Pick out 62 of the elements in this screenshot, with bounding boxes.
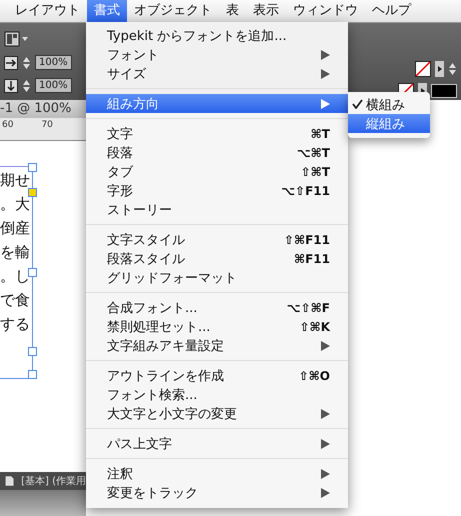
body-text: を輸 xyxy=(0,243,31,262)
body-text: 期せ xyxy=(0,171,31,190)
stepper-icon[interactable] xyxy=(22,78,31,92)
menu-title[interactable]: レイアウト xyxy=(8,0,87,22)
status-text: [基本] (作業用 xyxy=(21,474,86,488)
menu-title[interactable]: ウィンドウ xyxy=(286,0,365,22)
ruler: 60 70 xyxy=(0,118,86,141)
check-icon xyxy=(352,98,363,108)
stroke-swatch-icon[interactable] xyxy=(415,61,431,77)
menu-item[interactable]: グリッドフォーマット xyxy=(86,268,348,287)
menu-item[interactable]: 段落 ⌥⌘T xyxy=(86,143,348,162)
menu-title[interactable]: オブジェクト xyxy=(127,0,219,22)
menu-item[interactable]: 注釈 xyxy=(86,464,348,483)
frame-handle[interactable] xyxy=(28,268,37,277)
menu-item[interactable]: ストーリー xyxy=(86,200,348,219)
menu-item[interactable]: 段落スタイル ⌘F11 xyxy=(86,249,348,268)
submenu-arrow-icon xyxy=(321,340,330,350)
frame-handle[interactable] xyxy=(28,370,37,379)
menu-title[interactable]: 表 xyxy=(219,0,246,22)
menu-item[interactable]: Typekit からフォントを追加... xyxy=(86,26,348,45)
menu-item[interactable]: 禁則処理セット... ⇧⌘K xyxy=(86,317,348,336)
body-text: 。し xyxy=(0,267,31,286)
menu-item[interactable]: 文字 ⌘T xyxy=(86,124,348,143)
menu-item[interactable]: パス上文字 xyxy=(86,434,348,453)
page-icon[interactable] xyxy=(4,474,16,488)
menu-item[interactable]: フォント xyxy=(86,45,348,64)
scale-field[interactable]: 100% xyxy=(35,78,72,93)
menu-title[interactable]: 書式 xyxy=(87,0,127,22)
menu-item[interactable]: 組み方向 xyxy=(86,94,348,113)
body-text: する xyxy=(0,315,31,334)
stepper-icon[interactable] xyxy=(448,62,457,76)
menu-item[interactable]: 文字組みアキ量設定 xyxy=(86,336,348,355)
menu-item[interactable]: 大文字と小文字の変更 xyxy=(86,404,348,423)
menu-item[interactable]: 縦組み xyxy=(348,114,430,133)
stepper-icon[interactable] xyxy=(22,56,31,70)
menu-title[interactable]: 表示 xyxy=(246,0,286,22)
menu-item[interactable]: タブ ⇧⌘T xyxy=(86,162,348,181)
submenu-arrow-icon xyxy=(321,408,330,418)
menu-item[interactable]: 横組み xyxy=(348,95,430,114)
menu-item[interactable]: フォント検索... xyxy=(86,385,348,404)
submenu-arrow-icon xyxy=(321,438,330,448)
arrow-icon xyxy=(4,78,18,92)
submenu-arrow-icon xyxy=(321,98,330,108)
body-text: 。大 xyxy=(0,195,31,214)
menu-item[interactable]: 合成フォント... ⌥⇧⌘F xyxy=(86,298,348,317)
menu-item[interactable]: アウトラインを作成 ⇧⌘O xyxy=(86,366,348,385)
document-tab[interactable]: -1 @ 100% xyxy=(0,100,86,118)
frame-handle[interactable] xyxy=(28,163,37,172)
swatch-dropdown-icon[interactable] xyxy=(435,61,444,77)
body-text: 倒産 xyxy=(0,219,31,238)
menu-item[interactable]: 文字スタイル ⇧⌘F11 xyxy=(86,230,348,249)
frame-handle[interactable] xyxy=(28,347,37,356)
scale-field[interactable]: 100% xyxy=(35,55,72,70)
menu-title[interactable]: ヘルプ xyxy=(365,0,418,22)
frame-handle[interactable] xyxy=(28,188,37,197)
body-text: で食 xyxy=(0,291,31,310)
layout-icon[interactable] xyxy=(4,31,28,47)
color-bar-icon[interactable] xyxy=(431,84,457,98)
menu-item[interactable]: 字形 ⌥⇧F11 xyxy=(86,181,348,200)
arrow-icon xyxy=(4,56,18,70)
menu-item[interactable]: サイズ xyxy=(86,64,348,83)
menu-item[interactable]: 変更をトラック xyxy=(86,483,348,502)
